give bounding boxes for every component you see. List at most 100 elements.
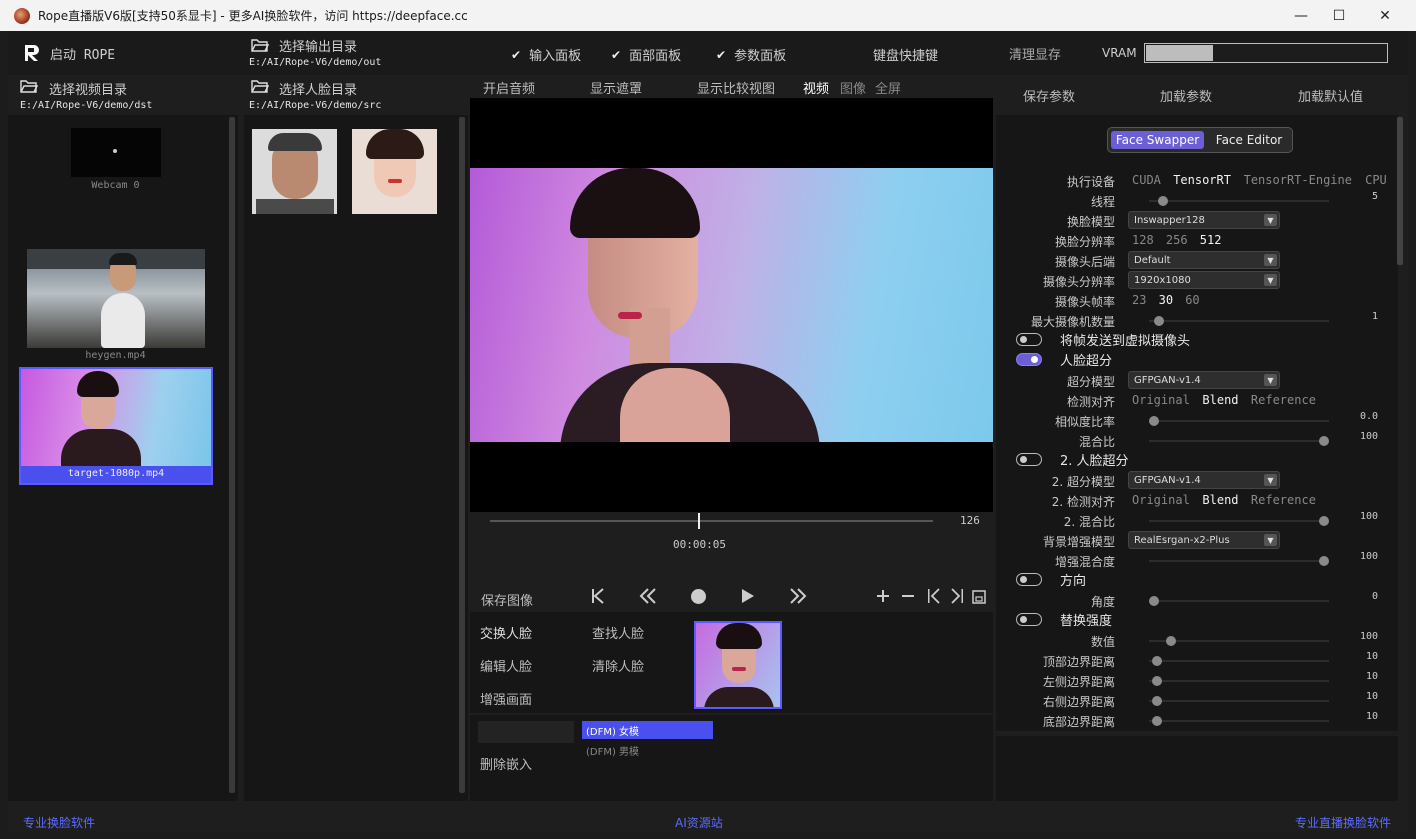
dfm-model-item-selected[interactable]: (DFM) 女模 xyxy=(582,721,713,739)
footer-center-link[interactable]: AI资源站 xyxy=(675,814,723,831)
swap-face-button[interactable]: 交换人脸 xyxy=(480,623,532,642)
bottom-border-slider[interactable] xyxy=(1149,716,1329,726)
show-compare-button[interactable]: 显示比较视图 xyxy=(697,78,775,97)
top-border-slider[interactable] xyxy=(1149,656,1329,666)
tab-face-editor[interactable]: Face Editor xyxy=(1208,131,1290,149)
video-list-scrollbar[interactable] xyxy=(229,117,235,793)
rewind-icon[interactable] xyxy=(636,584,660,608)
tab-face-swapper[interactable]: Face Swapper xyxy=(1111,131,1204,149)
cam-fps-option[interactable]: 30 xyxy=(1159,293,1173,307)
cam-res-select[interactable]: 1920x1080 ▼ xyxy=(1128,271,1280,289)
save-image-button[interactable]: 保存图像 xyxy=(481,590,533,609)
load-params-button[interactable]: 加载参数 xyxy=(1160,86,1212,105)
cam-fps-option[interactable]: 60 xyxy=(1185,293,1199,307)
restore-model2-select[interactable]: GFPGAN-v1.4 ▼ xyxy=(1128,471,1280,489)
clear-vram-button[interactable]: 清理显存 xyxy=(1009,44,1061,63)
show-mask-button[interactable]: 显示遮罩 xyxy=(590,78,642,97)
fast-forward-icon[interactable] xyxy=(786,584,810,608)
input-panel-toggle[interactable]: ✔ 输入面板 xyxy=(511,45,581,65)
face-list-scrollbar[interactable] xyxy=(459,117,465,793)
face-thumbnail[interactable] xyxy=(252,129,337,214)
face-panel-toggle[interactable]: ✔ 面部面板 xyxy=(611,45,681,65)
slider-knob[interactable] xyxy=(1319,516,1329,526)
swap-res-option[interactable]: 512 xyxy=(1200,233,1222,247)
mode-image-tab[interactable]: 图像 xyxy=(840,78,866,97)
mode-fullscreen-tab[interactable]: 全屏 xyxy=(875,78,901,97)
restore-align-option[interactable]: Blend xyxy=(1202,393,1238,407)
maximize-button[interactable]: ☐ xyxy=(1316,0,1362,31)
enhance-blend-slider[interactable] xyxy=(1149,556,1329,566)
save-params-button[interactable]: 保存参数 xyxy=(1023,86,1075,105)
swap-res-option[interactable]: 128 xyxy=(1132,233,1154,247)
slider-knob[interactable] xyxy=(1152,696,1162,706)
swap-model-select[interactable]: Inswapper128 ▼ xyxy=(1128,211,1280,229)
select-video-dir-button[interactable]: 选择视频目录 xyxy=(49,79,127,98)
restore-align2-option[interactable]: Original xyxy=(1132,493,1190,507)
timeline-handle[interactable] xyxy=(698,513,700,529)
restore-align2-option[interactable]: Blend xyxy=(1202,493,1238,507)
keyboard-shortcut-button[interactable]: 键盘快捷键 xyxy=(873,45,938,64)
enhance-frame-button[interactable]: 增强画面 xyxy=(480,689,532,708)
close-button[interactable]: ✕ xyxy=(1362,0,1408,31)
param-panel-toggle[interactable]: ✔ 参数面板 xyxy=(716,45,786,65)
cam-fps-option[interactable]: 23 xyxy=(1132,293,1146,307)
enable-audio-button[interactable]: 开启音频 xyxy=(483,78,535,97)
max-cams-slider[interactable] xyxy=(1149,316,1329,326)
right-border-slider[interactable] xyxy=(1149,696,1329,706)
bg-model-select[interactable]: RealEsrgan-x2-Plus ▼ xyxy=(1128,531,1280,549)
next-marker-icon[interactable] xyxy=(948,587,966,605)
amount-slider[interactable] xyxy=(1149,636,1329,646)
skip-to-start-icon[interactable] xyxy=(586,584,610,608)
slider-knob[interactable] xyxy=(1319,556,1329,566)
face-thumbnail[interactable] xyxy=(352,129,437,214)
select-face-dir-button[interactable]: 选择人脸目录 xyxy=(279,79,357,98)
remove-marker-icon[interactable] xyxy=(899,587,917,605)
face-restore-toggle[interactable] xyxy=(1016,353,1042,366)
restore-align-option[interactable]: Original xyxy=(1132,393,1190,407)
face-restore2-toggle[interactable] xyxy=(1016,453,1042,466)
footer-right-link[interactable]: 专业直播换脸软件 xyxy=(1295,814,1391,831)
device-option[interactable]: CUDA xyxy=(1132,173,1161,187)
found-face-thumbnail[interactable] xyxy=(694,621,782,709)
angle-slider[interactable] xyxy=(1149,596,1329,606)
slider-knob[interactable] xyxy=(1152,656,1162,666)
slider-knob[interactable] xyxy=(1152,716,1162,726)
video-thumbnail-heygen[interactable] xyxy=(27,249,205,348)
play-icon[interactable] xyxy=(736,584,760,608)
find-face-button[interactable]: 查找人脸 xyxy=(592,623,644,642)
timeline-track[interactable] xyxy=(490,513,933,529)
edit-face-button[interactable]: 编辑人脸 xyxy=(480,656,532,675)
restore-align2-option[interactable]: Reference xyxy=(1251,493,1316,507)
slider-knob[interactable] xyxy=(1166,636,1176,646)
footer-left-link[interactable]: 专业换脸软件 xyxy=(23,814,95,831)
prev-marker-icon[interactable] xyxy=(925,587,943,605)
select-output-dir-button[interactable]: 选择输出目录 xyxy=(279,36,357,55)
device-option[interactable]: TensorRT xyxy=(1173,173,1231,187)
slider-knob[interactable] xyxy=(1154,316,1164,326)
save-marker-icon[interactable] xyxy=(970,588,988,606)
swap-res-option[interactable]: 256 xyxy=(1166,233,1188,247)
video-item-selected[interactable]: target-1080p.mp4 xyxy=(19,367,213,485)
swap-strength-toggle[interactable] xyxy=(1016,613,1042,626)
restore-model-select[interactable]: GFPGAN-v1.4 ▼ xyxy=(1128,371,1280,389)
left-border-slider[interactable] xyxy=(1149,676,1329,686)
restore-align-option[interactable]: Reference xyxy=(1251,393,1316,407)
add-marker-icon[interactable] xyxy=(874,587,892,605)
device-option[interactable]: TensorRT-Engine xyxy=(1244,173,1352,187)
slider-knob[interactable] xyxy=(1158,196,1168,206)
load-defaults-button[interactable]: 加载默认值 xyxy=(1298,86,1363,105)
virtual-cam-toggle[interactable] xyxy=(1016,333,1042,346)
slider-knob[interactable] xyxy=(1152,676,1162,686)
clear-face-button[interactable]: 清除人脸 xyxy=(592,656,644,675)
embed-name-input[interactable] xyxy=(478,721,574,743)
orientation-toggle[interactable] xyxy=(1016,573,1042,586)
slider-knob[interactable] xyxy=(1149,596,1159,606)
webcam-thumbnail[interactable] xyxy=(71,128,161,177)
slider-knob[interactable] xyxy=(1319,436,1329,446)
record-icon[interactable] xyxy=(686,584,710,608)
device-option[interactable]: CPU xyxy=(1365,173,1387,187)
threads-slider[interactable] xyxy=(1149,196,1329,206)
dfm-model-item[interactable]: (DFM) 男模 xyxy=(582,741,713,759)
mode-video-tab[interactable]: 视频 xyxy=(803,78,829,97)
cam-backend-select[interactable]: Default ▼ xyxy=(1128,251,1280,269)
